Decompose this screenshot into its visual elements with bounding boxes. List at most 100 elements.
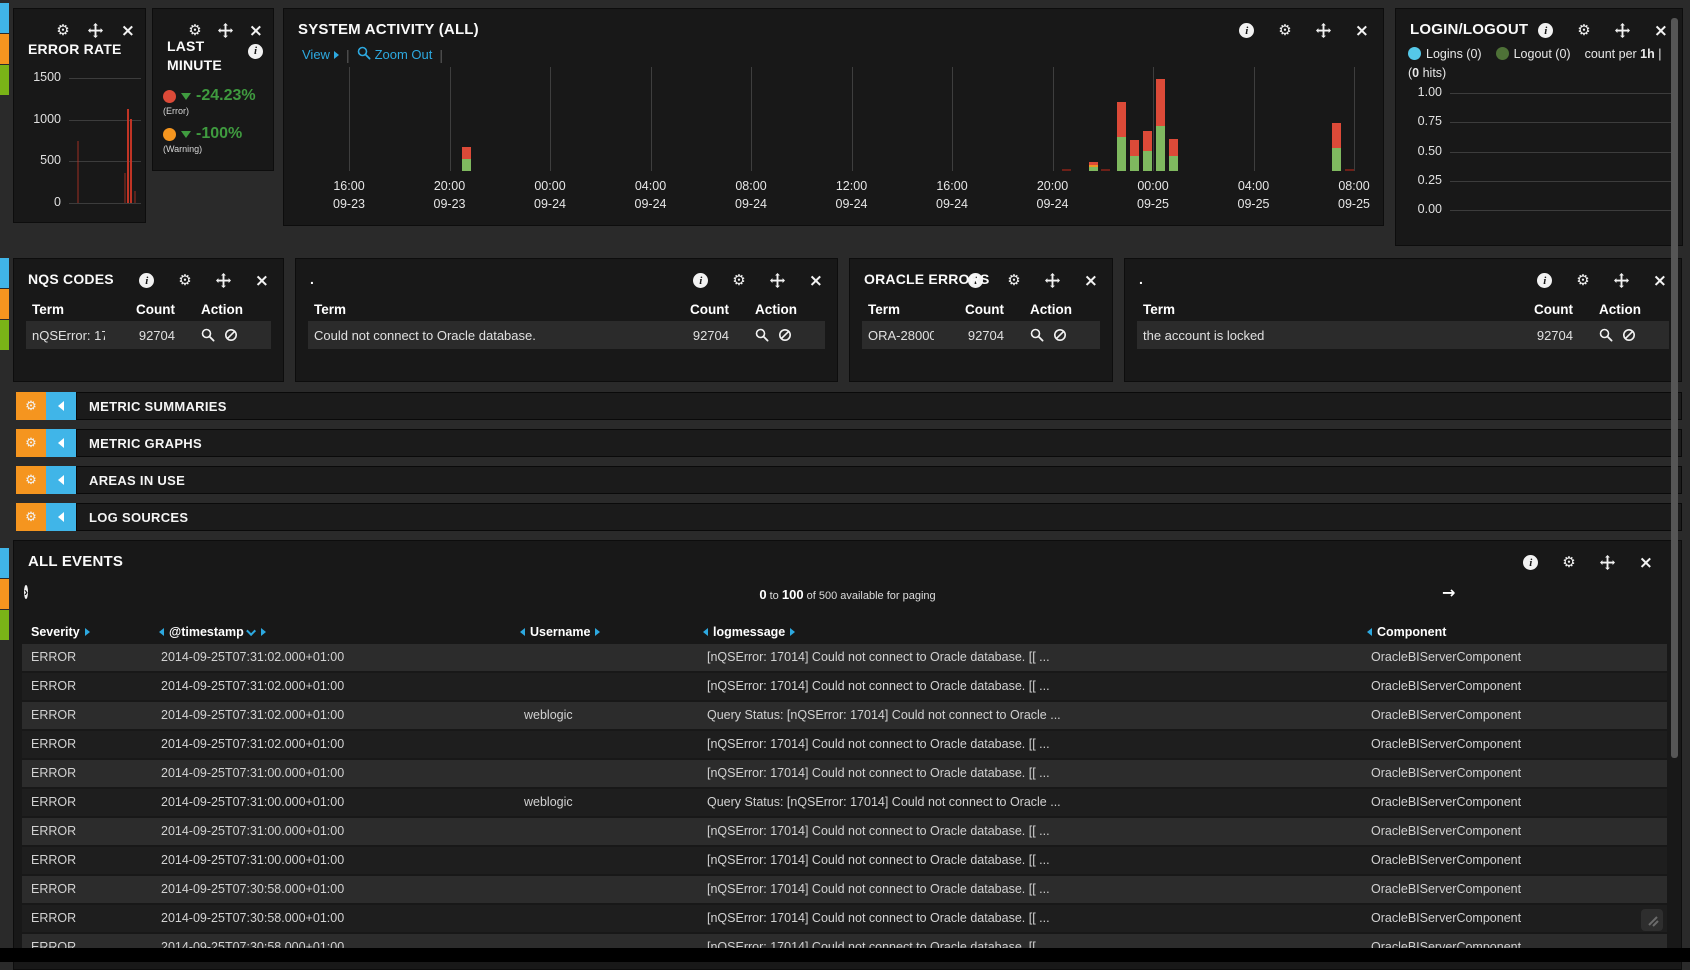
row-settings-button[interactable]: ⚙: [16, 466, 46, 494]
row-settings-button[interactable]: ⚙: [16, 392, 46, 420]
search-icon[interactable]: [201, 328, 215, 342]
row-expand-button[interactable]: [46, 429, 76, 457]
row-tab-green-tab-0[interactable]: [0, 65, 9, 95]
close-icon[interactable]: ×: [249, 24, 263, 38]
event-row[interactable]: ERROR2014-09-25T07:31:02.000+01:00[nQSEr…: [22, 731, 1667, 758]
gear-icon[interactable]: ⚙: [25, 510, 37, 525]
gear-icon[interactable]: ⚙: [1562, 555, 1575, 570]
stacked-bar[interactable]: [1169, 139, 1178, 171]
row-tab-orange-tab-1[interactable]: [0, 289, 9, 319]
stacked-bar[interactable]: [1101, 169, 1110, 171]
move-left-icon[interactable]: [703, 628, 708, 636]
move-icon[interactable]: [88, 23, 103, 38]
close-icon[interactable]: ×: [121, 24, 135, 38]
gear-icon[interactable]: ⚙: [1278, 23, 1291, 38]
move-icon[interactable]: [218, 23, 233, 38]
column-header-severity[interactable]: Severity: [31, 625, 90, 639]
search-icon[interactable]: [1599, 328, 1613, 342]
close-icon[interactable]: ×: [255, 274, 269, 288]
sort-desc-icon[interactable]: [246, 626, 256, 636]
gear-icon[interactable]: ⚙: [1576, 273, 1589, 288]
event-row[interactable]: ERROR2014-09-25T07:31:02.000+01:00weblog…: [22, 702, 1667, 729]
ban-icon[interactable]: [1622, 328, 1636, 342]
search-icon[interactable]: [357, 46, 371, 60]
collapsed-row-title-bar[interactable]: METRIC SUMMARIES: [76, 392, 1682, 420]
move-right-icon[interactable]: [790, 628, 795, 636]
collapsed-row-title-bar[interactable]: AREAS IN USE: [76, 466, 1682, 494]
ban-icon[interactable]: [778, 328, 792, 342]
row-expand-button[interactable]: [46, 503, 76, 531]
row-expand-button[interactable]: [46, 392, 76, 420]
move-icon[interactable]: [770, 273, 785, 288]
move-left-icon[interactable]: [520, 628, 525, 636]
info-icon[interactable]: i: [1538, 23, 1553, 38]
row-settings-button[interactable]: ⚙: [16, 429, 46, 457]
move-icon[interactable]: [1045, 273, 1060, 288]
stacked-bar[interactable]: [1130, 140, 1139, 171]
event-row[interactable]: ERROR2014-09-25T07:31:02.000+01:00[nQSEr…: [22, 644, 1667, 671]
info-icon[interactable]: i: [1537, 273, 1552, 288]
move-left-icon[interactable]: [1367, 628, 1372, 636]
move-icon[interactable]: [1615, 23, 1630, 38]
move-right-icon[interactable]: [595, 628, 600, 636]
stacked-bar[interactable]: [1117, 102, 1126, 171]
event-row[interactable]: ERROR2014-09-25T07:30:58.000+01:00[nQSEr…: [22, 876, 1667, 903]
row-tab-orange-tab-0[interactable]: [0, 34, 9, 64]
collapsed-row-title-bar[interactable]: METRIC GRAPHS: [76, 429, 1682, 457]
zoom-out-link[interactable]: Zoom Out: [357, 46, 433, 63]
stacked-bar[interactable]: [1156, 79, 1165, 171]
event-row[interactable]: ERROR2014-09-25T07:31:02.000+01:00[nQSEr…: [22, 673, 1667, 700]
stacked-bar[interactable]: [462, 147, 471, 171]
close-icon[interactable]: ×: [1355, 24, 1369, 38]
resize-grip[interactable]: [1641, 909, 1663, 931]
stacked-bar[interactable]: [1089, 162, 1098, 171]
row-tab-blue-tab-0[interactable]: [0, 3, 9, 33]
ban-icon[interactable]: [224, 328, 238, 342]
row-expand-button[interactable]: [46, 466, 76, 494]
view-link[interactable]: View: [302, 47, 339, 62]
term-row[interactable]: the account is locked92704: [1137, 321, 1669, 349]
search-icon[interactable]: [755, 328, 769, 342]
close-icon[interactable]: ×: [1653, 274, 1667, 288]
column-header-timestamp[interactable]: @timestamp: [159, 625, 266, 639]
close-icon[interactable]: ×: [809, 274, 823, 288]
row-tab-orange-tab-2[interactable]: [0, 579, 9, 609]
stacked-bar[interactable]: [1345, 169, 1354, 171]
gear-icon[interactable]: ⚙: [1007, 273, 1020, 288]
move-right-icon[interactable]: [261, 628, 266, 636]
stacked-bar[interactable]: [1332, 123, 1341, 171]
move-icon[interactable]: [1600, 555, 1615, 570]
gear-icon[interactable]: ⚙: [188, 23, 201, 38]
gear-icon[interactable]: ⚙: [178, 273, 191, 288]
close-icon[interactable]: ×: [1639, 556, 1653, 570]
legend-item[interactable]: Logins (0): [1408, 47, 1482, 61]
gear-icon[interactable]: ⚙: [25, 473, 37, 488]
close-icon[interactable]: ×: [1084, 274, 1098, 288]
event-row[interactable]: ERROR2014-09-25T07:31:00.000+01:00[nQSEr…: [22, 760, 1667, 787]
info-icon[interactable]: i: [693, 273, 708, 288]
event-row[interactable]: ERROR2014-09-25T07:31:00.000+01:00weblog…: [22, 789, 1667, 816]
collapsed-row-title-bar[interactable]: LOG SOURCES: [76, 503, 1682, 531]
term-row[interactable]: ORA-2800092704: [862, 321, 1100, 349]
term-row[interactable]: nQSError: 1701492704: [26, 321, 271, 349]
arrow-right-icon[interactable]: →: [1442, 583, 1455, 602]
info-icon[interactable]: i: [1239, 23, 1254, 38]
event-row[interactable]: ERROR2014-09-25T07:30:58.000+01:00[nQSEr…: [22, 905, 1667, 932]
gear-icon[interactable]: ⚙: [56, 23, 69, 38]
row-tab-blue-tab-1[interactable]: [0, 258, 9, 288]
stacked-bar[interactable]: [1062, 169, 1071, 171]
close-icon[interactable]: ×: [1654, 24, 1668, 38]
event-row[interactable]: ERROR2014-09-25T07:31:00.000+01:00[nQSEr…: [22, 847, 1667, 874]
move-icon[interactable]: [216, 273, 231, 288]
move-icon[interactable]: [1316, 23, 1331, 38]
column-header-logmessage[interactable]: logmessage: [703, 625, 795, 639]
row-settings-button[interactable]: ⚙: [16, 503, 46, 531]
column-header-component[interactable]: Component: [1367, 625, 1446, 639]
move-left-icon[interactable]: [159, 628, 164, 636]
info-icon[interactable]: i: [1523, 555, 1538, 570]
gear-icon[interactable]: ⚙: [25, 436, 37, 451]
row-tab-blue-tab-2[interactable]: [0, 548, 9, 578]
event-row[interactable]: ERROR2014-09-25T07:31:00.000+01:00[nQSEr…: [22, 818, 1667, 845]
legend-item[interactable]: Logout (0): [1496, 47, 1571, 61]
gear-icon[interactable]: ⚙: [25, 399, 37, 414]
